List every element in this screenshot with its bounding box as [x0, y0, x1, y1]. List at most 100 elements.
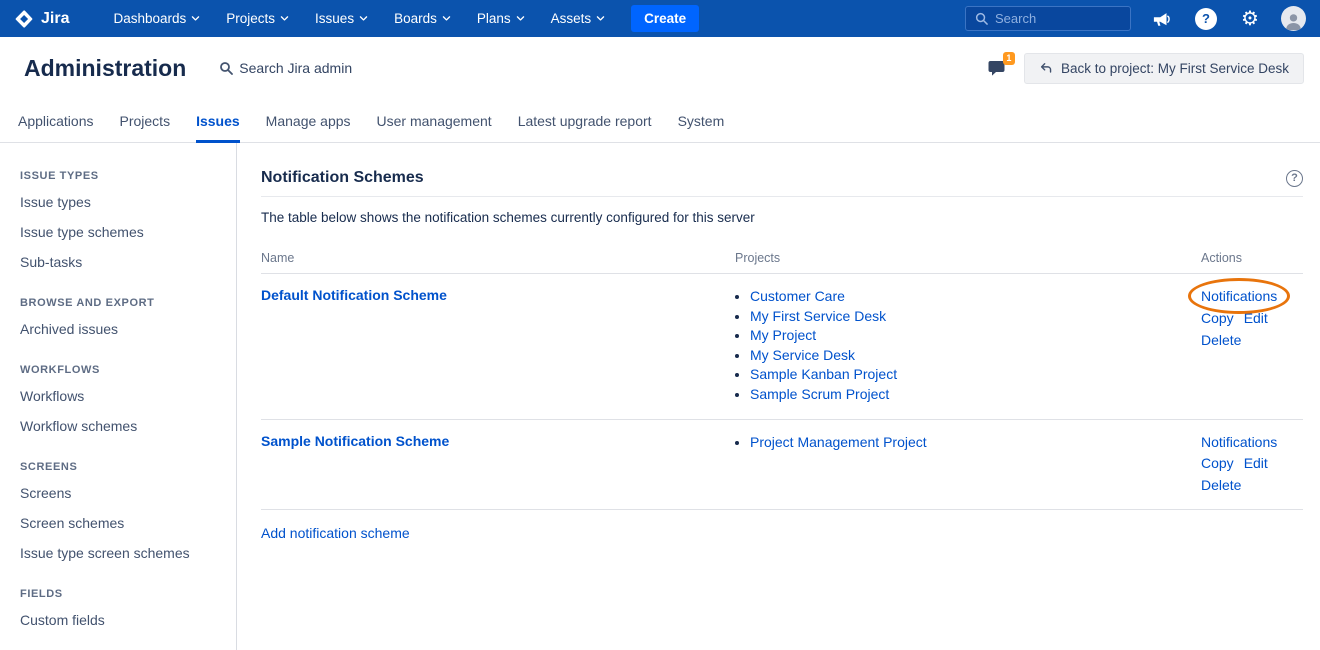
admin-header: Administration Search Jira admin 1 Back …	[0, 37, 1320, 99]
sidebar-item-sub-tasks[interactable]: Sub-tasks	[20, 247, 224, 277]
nav-search-input[interactable]	[995, 11, 1115, 26]
admin-notifications-icon[interactable]: 1	[987, 58, 1009, 78]
chevron-down-icon	[280, 14, 289, 23]
main-header: Notification Schemes ?	[261, 169, 1303, 197]
sidebar-item-issue-type-schemes[interactable]: Issue type schemes	[20, 217, 224, 247]
sidebar-section-title: FIELDS	[20, 588, 224, 600]
topnav-item-assets[interactable]: Assets	[551, 11, 606, 26]
col-name: Name	[261, 251, 735, 265]
help-icon[interactable]: ?	[1193, 6, 1219, 32]
topnav-item-label: Plans	[477, 11, 511, 26]
schemes-table-body: Default Notification Scheme Customer Car…	[261, 274, 1303, 510]
admin-header-right: 1 Back to project: My First Service Desk	[987, 53, 1304, 84]
topnav-menu: Dashboards Projects Issues Boards Plans Asset…	[113, 11, 605, 26]
tab-manage-apps[interactable]: Manage apps	[266, 99, 351, 142]
sidebar-item-workflow-schemes[interactable]: Workflow schemes	[20, 411, 224, 441]
project-list-item: Project Management Project	[750, 433, 1201, 453]
page-body: ISSUE TYPES Issue typesIssue type scheme…	[0, 143, 1320, 650]
tab-latest-upgrade-report[interactable]: Latest upgrade report	[518, 99, 652, 142]
action-delete-link[interactable]: Delete	[1201, 331, 1241, 350]
action-delete-link[interactable]: Delete	[1201, 476, 1241, 495]
brand-label: Jira	[41, 10, 69, 28]
section-help-icon[interactable]: ?	[1286, 170, 1303, 187]
sidebar-section-title: BROWSE AND EXPORT	[20, 297, 224, 309]
topnav-item-plans[interactable]: Plans	[477, 11, 525, 26]
action-copy-link[interactable]: Copy	[1201, 454, 1234, 473]
announcements-icon[interactable]	[1149, 6, 1175, 32]
project-list-item: My Service Desk	[750, 346, 1201, 366]
project-link-my-first-service-desk[interactable]: My First Service Desk	[750, 308, 886, 324]
project-link-sample-scrum-project[interactable]: Sample Scrum Project	[750, 386, 889, 402]
table-header: Name Projects Actions	[261, 251, 1303, 274]
search-icon	[975, 12, 988, 25]
nav-search[interactable]	[965, 6, 1131, 31]
topnav-item-label: Boards	[394, 11, 437, 26]
project-link-my-project[interactable]: My Project	[750, 327, 816, 343]
jira-logo-icon	[14, 9, 34, 29]
topnav-item-projects[interactable]: Projects	[226, 11, 289, 26]
project-list-item: Sample Scrum Project	[750, 385, 1201, 405]
back-to-project-button[interactable]: Back to project: My First Service Desk	[1024, 53, 1304, 84]
topnav-item-label: Dashboards	[113, 11, 186, 26]
tab-issues[interactable]: Issues	[196, 99, 240, 142]
action-copy-link[interactable]: Copy	[1201, 309, 1234, 328]
tab-user-management[interactable]: User management	[377, 99, 492, 142]
topnav-item-boards[interactable]: Boards	[394, 11, 451, 26]
page-title: Administration	[24, 55, 186, 82]
sidebar-item-issue-types[interactable]: Issue types	[20, 187, 224, 217]
topnav-item-dashboards[interactable]: Dashboards	[113, 11, 200, 26]
project-link-customer-care[interactable]: Customer Care	[750, 288, 845, 304]
tab-applications[interactable]: Applications	[18, 99, 94, 142]
help-glyph: ?	[1195, 8, 1217, 30]
sidebar: ISSUE TYPES Issue typesIssue type scheme…	[0, 143, 237, 650]
topnav: Jira Dashboards Projects Issues Boards Plans…	[0, 0, 1320, 37]
chevron-down-icon	[596, 14, 605, 23]
tab-projects[interactable]: Projects	[120, 99, 171, 142]
admin-search[interactable]: Search Jira admin	[219, 60, 352, 76]
sidebar-item-custom-fields[interactable]: Custom fields	[20, 605, 224, 635]
projects-list: Project Management Project	[735, 433, 1201, 453]
action-edit-link[interactable]: Edit	[1244, 309, 1268, 328]
chevron-down-icon	[191, 14, 200, 23]
sidebar-section: BROWSE AND EXPORT Archived issues	[20, 297, 224, 344]
sidebar-section: WORKFLOWS WorkflowsWorkflow schemes	[20, 364, 224, 441]
sidebar-item-archived-issues[interactable]: Archived issues	[20, 314, 224, 344]
action-notifications-link[interactable]: Notifications	[1201, 287, 1277, 306]
sidebar-item-issue-type-screen-schemes[interactable]: Issue type screen schemes	[20, 538, 224, 568]
projects-cell: Customer Care My First Service Desk My Pro…	[735, 287, 1201, 405]
notification-badge: 1	[1003, 52, 1015, 65]
add-notification-scheme-link[interactable]: Add notification scheme	[261, 525, 410, 541]
back-arrow-icon	[1039, 61, 1053, 75]
admin-search-label: Search Jira admin	[239, 60, 352, 76]
sidebar-section-title: ISSUE TYPES	[20, 170, 224, 182]
scheme-name-link[interactable]: Sample Notification Scheme	[261, 433, 449, 449]
col-projects: Projects	[735, 251, 1201, 265]
project-link-sample-kanban-project[interactable]: Sample Kanban Project	[750, 366, 897, 382]
project-link-my-service-desk[interactable]: My Service Desk	[750, 347, 855, 363]
topnav-item-issues[interactable]: Issues	[315, 11, 368, 26]
action-notifications-link[interactable]: Notifications	[1201, 433, 1277, 452]
jira-logo[interactable]: Jira	[14, 9, 69, 29]
scheme-name-link[interactable]: Default Notification Scheme	[261, 287, 447, 303]
action-edit-link[interactable]: Edit	[1244, 454, 1268, 473]
topnav-item-label: Projects	[226, 11, 275, 26]
section-description: The table below shows the notification s…	[261, 210, 1303, 225]
projects-cell: Project Management Project	[735, 433, 1201, 496]
sidebar-section: SCREENS ScreensScreen schemesIssue type …	[20, 461, 224, 568]
sidebar-section: FIELDS Custom fields	[20, 588, 224, 635]
actions-cell: Notifications Copy EditDelete	[1201, 287, 1303, 405]
project-link-project-management-project[interactable]: Project Management Project	[750, 434, 927, 450]
avatar[interactable]	[1281, 6, 1306, 31]
project-list-item: Sample Kanban Project	[750, 365, 1201, 385]
admin-tabs: Applications Projects Issues Manage apps Use…	[0, 99, 1320, 143]
create-button[interactable]: Create	[631, 5, 699, 32]
tab-system[interactable]: System	[678, 99, 725, 142]
topnav-item-label: Assets	[551, 11, 592, 26]
chevron-down-icon	[359, 14, 368, 23]
sidebar-item-screens[interactable]: Screens	[20, 478, 224, 508]
search-icon	[219, 61, 233, 75]
sidebar-item-workflows[interactable]: Workflows	[20, 381, 224, 411]
sidebar-item-screen-schemes[interactable]: Screen schemes	[20, 508, 224, 538]
name-cell: Default Notification Scheme	[261, 287, 735, 405]
gear-icon[interactable]: ⚙	[1237, 6, 1263, 32]
